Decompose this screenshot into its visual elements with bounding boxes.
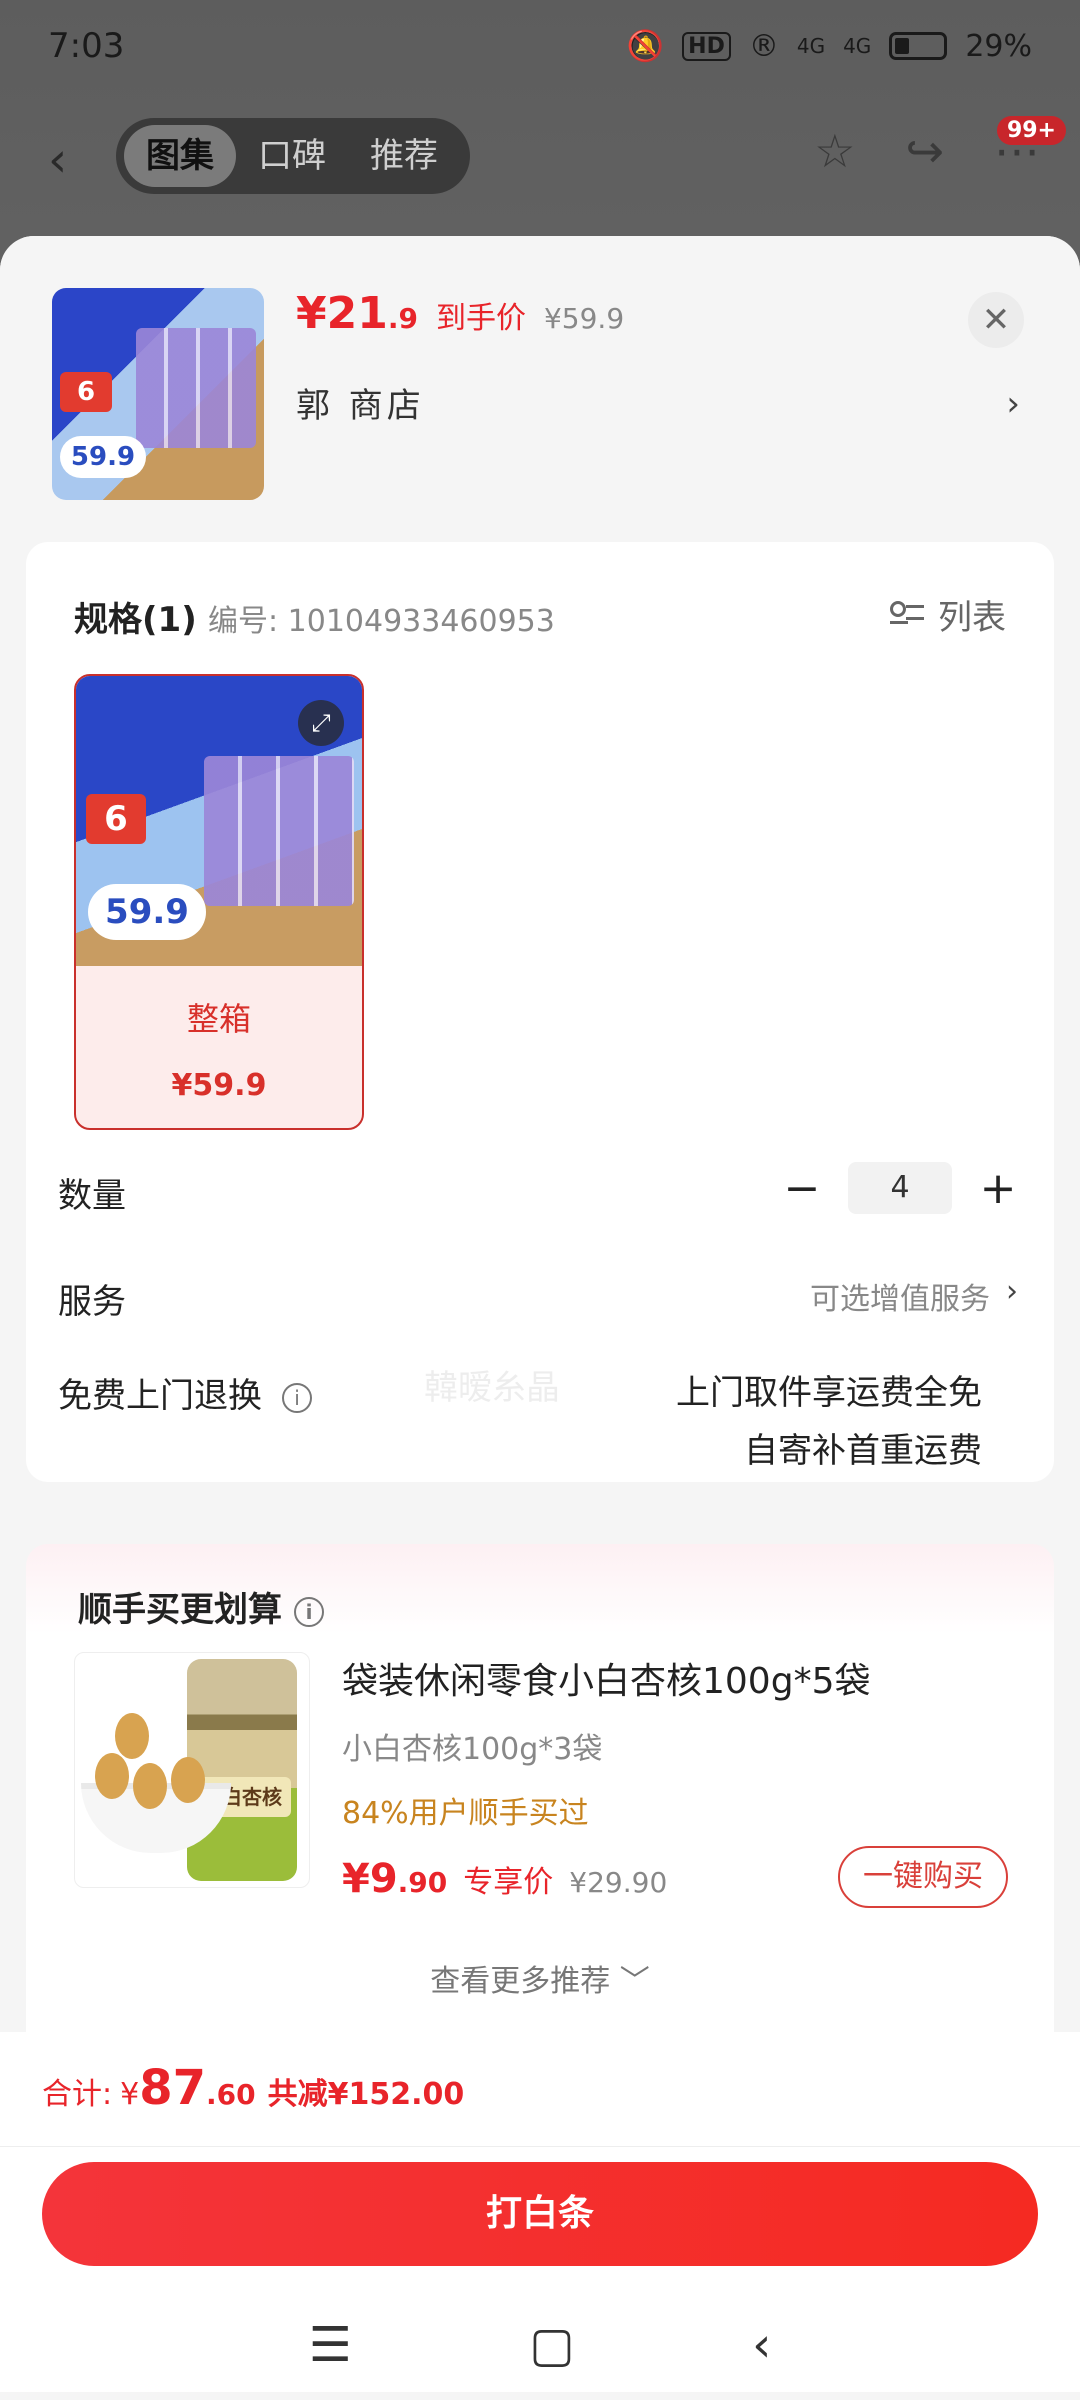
- product-thumbnail[interactable]: 6 59.9: [52, 288, 264, 500]
- spec-code: 编号: 10104933460953: [208, 604, 555, 639]
- return-policy: 上门取件享运费全免 自寄补首重运费: [676, 1364, 982, 1480]
- share-icon[interactable]: ↪: [905, 124, 944, 178]
- option-image-price: 59.9: [88, 884, 206, 940]
- mute-icon: 🔕: [626, 28, 665, 64]
- nut-shape: [115, 1713, 149, 1759]
- option-image-badge: 6: [86, 794, 146, 844]
- tissue-boxes-image: [204, 756, 354, 906]
- recommend-name[interactable]: 袋装休闲零食小白杏核100g*5袋: [342, 1652, 870, 1704]
- recommend-spec: 小白杏核100g*3袋: [342, 1732, 603, 1767]
- total-label: 合计:: [42, 2077, 113, 2112]
- battery-icon: [889, 32, 948, 60]
- thumb-price: 59.9: [60, 436, 146, 478]
- one-click-buy-button[interactable]: 一键购买: [838, 1846, 1008, 1908]
- info-icon[interactable]: i: [294, 1596, 324, 1627]
- total-amount-decimal: .60: [206, 2078, 256, 2111]
- return-line-1: 上门取件享运费全免: [676, 1373, 982, 1413]
- spec-option-image: 6 59.9 ⤢: [76, 676, 362, 966]
- total-amount: 87: [139, 2060, 206, 2116]
- tab-switcher: 图集 口碑 推荐: [116, 118, 470, 194]
- chevron-right-icon: ›: [1006, 1274, 1018, 1309]
- list-icon: [890, 599, 926, 631]
- decrement-button[interactable]: −: [782, 1163, 822, 1214]
- increment-button[interactable]: +: [978, 1163, 1018, 1214]
- total-saved: 共减¥152.00: [267, 2077, 465, 2112]
- nut-shape: [171, 1757, 205, 1803]
- spec-option-whole-box[interactable]: 6 59.9 ⤢ 整箱 ¥59.9: [74, 674, 364, 1130]
- close-button[interactable]: ✕: [968, 292, 1024, 348]
- tab-recommend[interactable]: 推荐: [348, 125, 460, 187]
- return-line-2: 自寄补首重运费: [744, 1431, 982, 1471]
- nut-shape: [133, 1763, 167, 1809]
- price-row: ¥21.9 到手价 ¥59.9: [296, 288, 624, 339]
- recommend-price: ¥9.90: [342, 1856, 448, 1902]
- registered-icon: ®: [748, 28, 779, 64]
- total-currency: ¥: [120, 2077, 140, 2112]
- spec-option-label: 整箱: [186, 1000, 251, 1038]
- original-price: ¥59.9: [543, 302, 625, 335]
- spec-option-price: ¥59.9: [171, 1068, 267, 1103]
- final-price: ¥21.9: [296, 288, 418, 339]
- expand-icon[interactable]: ⤢: [298, 700, 344, 746]
- hd-icon: HD: [682, 31, 731, 61]
- home-icon[interactable]: ▢: [529, 2317, 574, 2373]
- recommend-product-image[interactable]: 小白杏核: [74, 1652, 310, 1888]
- spec-card: 规格(1) 编号: 10104933460953 列表 6 59.9 ⤢ 整箱 …: [26, 542, 1054, 1482]
- final-price-tag: 到手价: [435, 301, 526, 336]
- list-view-toggle[interactable]: 列表: [890, 590, 1006, 639]
- divider: [0, 2146, 1080, 2147]
- quantity-label: 数量: [58, 1176, 126, 1216]
- service-label: 服务: [58, 1282, 126, 1322]
- battery-percent: 29%: [965, 28, 1032, 64]
- signal-icon-2: 4G: [843, 34, 872, 58]
- menu-icon[interactable]: ☰: [309, 2317, 352, 2373]
- nut-shape: [95, 1753, 129, 1799]
- status-bar: 7:03 🔕 HD ® 4G 4G 29%: [0, 0, 1080, 92]
- recommend-title: 顺手买更划算 i: [78, 1582, 324, 1631]
- return-label: 免费上门退换 i: [58, 1368, 312, 1417]
- recommend-price-row: ¥9.90 专享价 ¥29.90: [342, 1856, 667, 1902]
- service-selector[interactable]: 可选增值服务 ›: [810, 1274, 1018, 1318]
- more-recommendations-link[interactable]: 查看更多推荐 ﹀: [26, 1956, 1054, 2000]
- total-row: 合计: ¥ 87 .60 共减¥152.00: [42, 2060, 464, 2116]
- tissue-boxes-image: [136, 328, 256, 448]
- recommend-original-price: ¥29.90: [569, 1866, 668, 1899]
- shop-name[interactable]: 郭 商店: [296, 378, 425, 427]
- service-value: 可选增值服务: [810, 1282, 990, 1317]
- pay-button[interactable]: 打白条: [42, 2162, 1038, 2266]
- recommend-price-tag: 专享价: [463, 1865, 554, 1900]
- product-header: 6 59.9 ¥21.9 到手价 ¥59.9 郭 商店 › ✕: [0, 236, 1080, 536]
- recommend-stat: 84%用户顺手买过: [342, 1796, 589, 1831]
- system-nav-bar: ☰ ▢ ‹: [0, 2290, 1080, 2400]
- chevron-right-icon[interactable]: ›: [1006, 384, 1020, 424]
- quantity-stepper: − 4 +: [782, 1162, 1018, 1214]
- signal-icon: 4G: [796, 34, 826, 58]
- back-icon[interactable]: ‹: [48, 132, 67, 188]
- tab-reviews[interactable]: 口碑: [236, 125, 348, 187]
- status-time: 7:03: [48, 26, 125, 66]
- list-view-label: 列表: [938, 598, 1006, 638]
- status-icons: 🔕 HD ® 4G 4G 29%: [627, 29, 1032, 64]
- favorite-star-icon[interactable]: ☆: [814, 124, 855, 178]
- top-nav: ‹ 图集 口碑 推荐 ☆ ↪ ⋯: [0, 110, 1080, 200]
- thumb-badge: 6: [60, 372, 112, 412]
- info-icon[interactable]: i: [282, 1382, 312, 1413]
- message-badge: 99+: [996, 116, 1066, 145]
- spec-title: 规格(1): [74, 600, 197, 640]
- back-nav-icon[interactable]: ‹: [752, 2317, 771, 2373]
- sku-bottom-sheet: 6 59.9 ¥21.9 到手价 ¥59.9 郭 商店 › ✕ 规格(1) 编号…: [0, 236, 1080, 2400]
- watermark: 韓暧糸晶: [424, 1368, 560, 1408]
- recommend-card: 顺手买更划算 i 小白杏核 袋装休闲零食小白杏核100g*5袋 小白杏核100g*…: [26, 1544, 1054, 2064]
- quantity-input[interactable]: 4: [848, 1162, 952, 1214]
- tab-gallery[interactable]: 图集: [124, 125, 236, 187]
